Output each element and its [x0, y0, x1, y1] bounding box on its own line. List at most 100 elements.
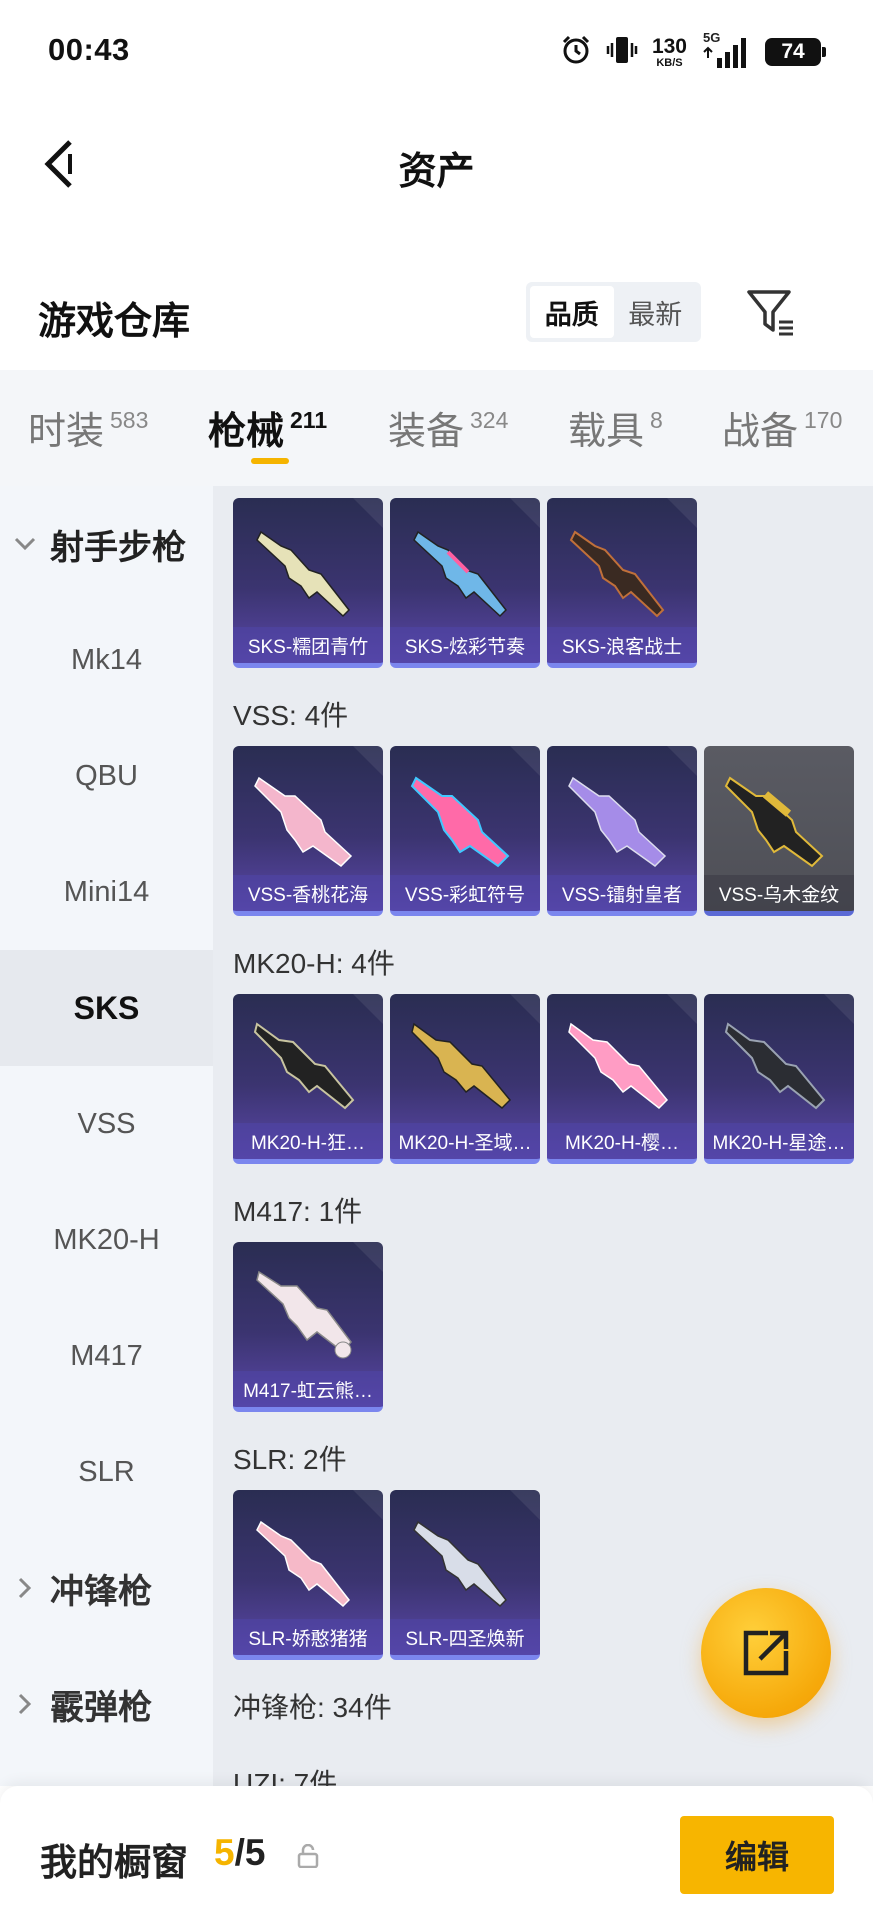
gun-image: [256, 1270, 352, 1359]
nav-bar: 资产: [0, 104, 873, 224]
vibrate-icon: [606, 34, 638, 71]
sidebar: 射手步枪 Mk14 QBU Mini14 SKS VSS MK20-H M417…: [0, 486, 213, 1786]
gun-image: [724, 776, 824, 868]
gun-image: [413, 1520, 507, 1608]
tab-count: 8: [650, 407, 663, 433]
gun-image: [253, 1022, 355, 1110]
chevron-down-icon: [0, 536, 50, 552]
weapon-card[interactable]: SLR-四圣焕新: [390, 1490, 540, 1660]
weapon-card-label: VSS-乌木金纹: [704, 875, 854, 911]
filter-icon: [747, 290, 793, 336]
weapon-card[interactable]: VSS-乌木金纹: [704, 746, 854, 916]
tab-label: 载具: [568, 411, 645, 453]
sidebar-item-mini14[interactable]: Mini14: [0, 834, 213, 950]
weapon-card-label: MK20-H-圣域…: [390, 1123, 540, 1159]
sidebar-group-label: 霰弹枪: [50, 1688, 152, 1727]
unlock-icon: [297, 1844, 319, 1868]
warehouse-title: 游戏仓库: [38, 301, 191, 343]
warehouse-header: 游戏仓库 品质 最新: [0, 270, 873, 370]
weapon-card-label: MK20-H-星途…: [704, 1123, 854, 1159]
weapon-card-label: SKS-浪客战士: [547, 627, 697, 663]
showcase-bar: 我的橱窗 5/5 编辑: [0, 1786, 873, 1920]
weapon-card[interactable]: MK20-H-星途…: [704, 994, 854, 1164]
tab-count: 170: [804, 407, 843, 433]
weapon-card-label: SKS-糯团青竹: [233, 627, 383, 663]
weapon-card-label: M417-虹云熊…: [233, 1371, 383, 1407]
section-heading: UZI: 7件: [233, 1768, 338, 1786]
status-icons: 130 KB/S 5G 74: [560, 30, 826, 74]
section-heading: SLR: 2件: [233, 1444, 347, 1475]
gun-image: [411, 1022, 512, 1110]
gun-image: [568, 776, 667, 867]
sidebar-item-sks[interactable]: SKS: [0, 950, 213, 1066]
weapon-card[interactable]: SKS-炫彩节奏: [390, 498, 540, 668]
gun-image: [724, 1022, 826, 1110]
status-time: 00:43: [48, 32, 130, 67]
tab-battle-prep[interactable]: 战备 170: [722, 400, 842, 455]
tab-vehicles[interactable]: 载具 8: [568, 400, 663, 455]
share-button[interactable]: [701, 1588, 831, 1718]
tab-fashion[interactable]: 时装 583: [28, 400, 148, 455]
sidebar-group-smg[interactable]: 冲锋枪: [0, 1530, 213, 1646]
showcase-count-current: 5: [214, 1832, 235, 1873]
weapon-card[interactable]: SKS-浪客战士: [547, 498, 697, 668]
weapon-card[interactable]: MK20-H-狂…: [233, 994, 383, 1164]
sidebar-item-vss[interactable]: VSS: [0, 1066, 213, 1182]
sort-newest-option[interactable]: 最新: [614, 286, 698, 338]
weapon-card-label: MK20-H-狂…: [233, 1123, 383, 1159]
sidebar-item-mk20h[interactable]: MK20-H: [0, 1182, 213, 1298]
filter-button[interactable]: [743, 284, 799, 340]
sidebar-group-label: 射手步枪: [50, 528, 186, 567]
tab-equipment[interactable]: 装备 324: [388, 400, 508, 455]
gun-image: [410, 776, 510, 868]
weapon-card[interactable]: SKS-糯团青竹: [233, 498, 383, 668]
active-tab-indicator: [251, 458, 289, 464]
edit-button[interactable]: 编辑: [680, 1816, 834, 1894]
weapon-card-label: SKS-炫彩节奏: [390, 627, 540, 663]
sidebar-group-marksman[interactable]: 射手步枪: [0, 486, 213, 602]
gun-image: [254, 776, 353, 867]
sidebar-item-mk14[interactable]: Mk14: [0, 602, 213, 718]
chevron-right-icon: [0, 1692, 50, 1716]
chevron-right-icon: [0, 1576, 50, 1600]
sidebar-group-shotgun[interactable]: 霰弹枪: [0, 1646, 213, 1762]
weapon-card[interactable]: VSS-香桃花海: [233, 746, 383, 916]
weapon-card-label: VSS-彩虹符号: [390, 875, 540, 911]
sort-quality-option[interactable]: 品质: [530, 286, 614, 338]
showcase-label: 我的橱窗: [40, 1842, 188, 1883]
weapon-card-label: VSS-镭射皇者: [547, 875, 697, 911]
weapon-card[interactable]: VSS-镭射皇者: [547, 746, 697, 916]
section-heading: VSS: 4件: [233, 700, 349, 731]
sidebar-group-label: 冲锋枪: [50, 1572, 152, 1611]
showcase-count-total: 5: [244, 1832, 266, 1873]
tab-count: 583: [110, 407, 149, 433]
tab-firearms[interactable]: 枪械 211: [208, 400, 327, 455]
weapon-card[interactable]: M417-虹云熊…: [233, 1242, 383, 1412]
share-export-icon: [743, 1630, 789, 1676]
showcase-count: 5/5: [214, 1832, 265, 1874]
sort-toggle: 品质 最新: [526, 282, 701, 342]
net-speed-value: 130: [651, 34, 687, 58]
gun-image: [256, 530, 350, 618]
weapon-card[interactable]: MK20-H-樱…: [547, 994, 697, 1164]
sidebar-item-slr[interactable]: SLR: [0, 1414, 213, 1530]
sidebar-item-qbu[interactable]: QBU: [0, 718, 213, 834]
section-heading: M417: 1件: [233, 1196, 363, 1227]
weapon-card[interactable]: MK20-H-圣域…: [390, 994, 540, 1164]
category-tabs: 时装 583 枪械 211 装备 324 载具 8 战备 170: [0, 370, 873, 486]
weapon-card[interactable]: VSS-彩虹符号: [390, 746, 540, 916]
battery-icon: 74: [765, 38, 826, 66]
signal-icon: 5G: [701, 30, 751, 70]
section-heading: MK20-H: 4件: [233, 948, 395, 979]
sidebar-item-m417[interactable]: M417: [0, 1298, 213, 1414]
weapon-card[interactable]: SLR-娇憨猪猪: [233, 1490, 383, 1660]
status-bar: 00:43 130 KB/S 5G 74: [0, 0, 873, 104]
section-heading: 冲锋枪: 34件: [233, 1692, 392, 1723]
tab-count: 324: [470, 407, 509, 433]
gun-image: [413, 530, 507, 618]
gun-image: [568, 1022, 669, 1110]
gun-image: [569, 530, 665, 618]
showcase-count-sep: /: [234, 1832, 245, 1873]
tab-label: 时装: [28, 411, 105, 453]
tab-label: 战备: [722, 411, 799, 453]
